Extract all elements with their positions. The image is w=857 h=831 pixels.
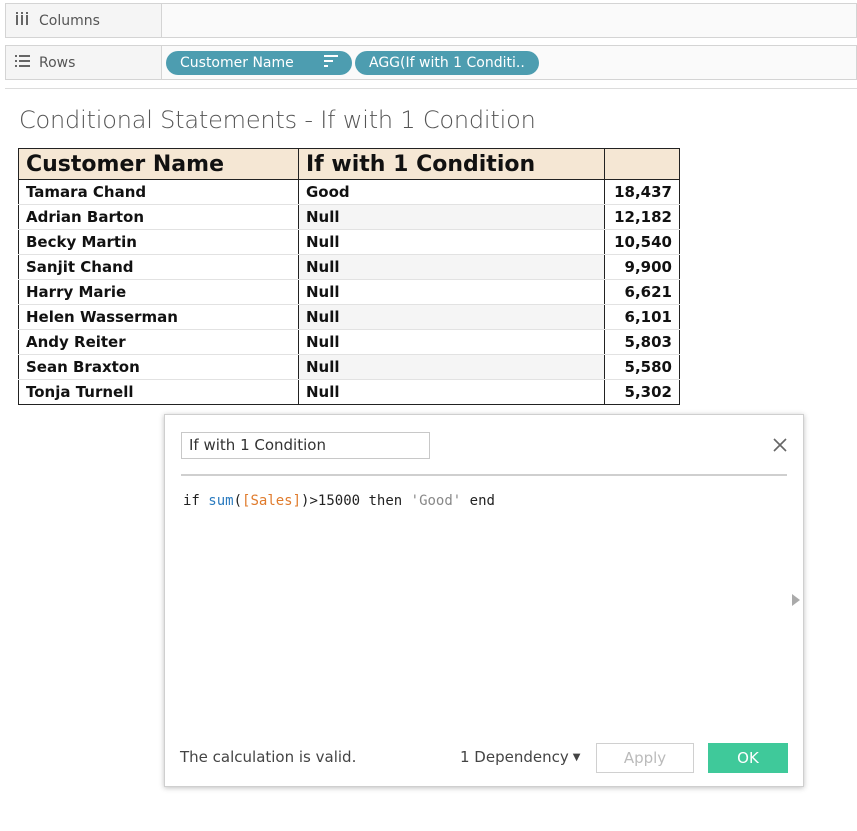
code-keyword-end: end (461, 493, 495, 509)
columns-shelf-label: Columns (6, 4, 162, 37)
customer-name-cell: Andy Reiter (18, 329, 299, 355)
condition-cell: Null (298, 354, 605, 380)
customer-name-cell: Helen Wasserman (18, 304, 299, 330)
value-cell: 12,182 (604, 204, 680, 230)
rows-icon (15, 54, 31, 71)
expand-panel-arrow-icon[interactable] (792, 594, 800, 606)
customer-name-cell: Tonja Turnell (18, 379, 299, 405)
table-row[interactable]: Sean Braxton Null 5,580 (18, 354, 680, 380)
code-keyword-if: if (183, 493, 209, 509)
columns-shelf[interactable]: Columns (5, 3, 857, 38)
condition-cell: Null (298, 229, 605, 255)
header-if-condition[interactable]: If with 1 Condition (298, 148, 605, 180)
value-cell: 9,900 (604, 254, 680, 280)
rows-drop-area[interactable]: Customer Name AGG(If with 1 Conditi.. (162, 46, 856, 79)
calculation-name-input[interactable]: If with 1 Condition (181, 432, 430, 459)
value-cell: 6,101 (604, 304, 680, 330)
code-comparison: )>15000 (301, 493, 369, 509)
ok-button[interactable]: OK (708, 743, 788, 773)
caret-down-icon: ▼ (572, 752, 581, 763)
customer-name-cell: Sanjit Chand (18, 254, 299, 280)
value-cell: 5,302 (604, 379, 680, 405)
header-customer-name[interactable]: Customer Name (18, 148, 299, 180)
code-field-sales: [Sales] (242, 493, 302, 509)
code-keyword-then: then (368, 493, 411, 509)
rows-label: Rows (39, 54, 76, 71)
apply-button[interactable]: Apply (596, 743, 694, 773)
condition-cell: Null (298, 379, 605, 405)
condition-cell: Null (298, 204, 605, 230)
dependency-label: 1 Dependency (460, 748, 569, 766)
formula-editor[interactable]: if sum([Sales])>15000 then 'Good' end (183, 493, 495, 509)
dependency-dropdown[interactable]: 1 Dependency ▼ (460, 748, 580, 766)
code-string-good: 'Good' (410, 493, 462, 509)
columns-drop-area[interactable] (162, 4, 856, 37)
table-row[interactable]: Tamara Chand Good 18,437 (18, 179, 680, 205)
pill-customer-name[interactable]: Customer Name (166, 50, 352, 75)
columns-label: Columns (39, 12, 100, 29)
pill-agg-if-condition[interactable]: AGG(If with 1 Conditi.. (355, 50, 539, 75)
code-function-sum: sum (208, 493, 234, 509)
sort-descending-icon[interactable] (324, 54, 338, 71)
customer-name-cell: Becky Martin (18, 229, 299, 255)
table-row[interactable]: Sanjit Chand Null 9,900 (18, 254, 680, 280)
condition-cell: Null (298, 279, 605, 305)
pill-agg-label: AGG(If with 1 Conditi.. (369, 54, 525, 71)
condition-cell: Null (298, 329, 605, 355)
value-cell: 18,437 (604, 179, 680, 205)
dialog-divider (181, 474, 787, 476)
value-cell: 5,580 (604, 354, 680, 380)
customer-name-cell: Sean Braxton (18, 354, 299, 380)
columns-icon (15, 12, 31, 29)
rows-shelf[interactable]: Rows Customer Name AGG(If with 1 Conditi… (5, 45, 857, 80)
condition-cell: Null (298, 304, 605, 330)
calculation-editor-dialog: If with 1 Condition if sum([Sales])>1500… (164, 414, 804, 787)
table-row[interactable]: Andy Reiter Null 5,803 (18, 329, 680, 355)
customer-name-cell: Tamara Chand (18, 179, 299, 205)
condition-cell: Good (298, 179, 605, 205)
code-paren-open: ( (233, 493, 243, 509)
sheet-title: Conditional Statements - If with 1 Condi… (19, 106, 536, 134)
value-cell: 5,803 (604, 329, 680, 355)
validation-status: The calculation is valid. (180, 748, 357, 766)
pill-customer-name-label: Customer Name (180, 54, 294, 71)
data-table: Customer Name If with 1 Condition Tamara… (18, 148, 680, 405)
close-icon[interactable] (773, 435, 787, 455)
value-cell: 10,540 (604, 229, 680, 255)
table-row[interactable]: Tonja Turnell Null 5,302 (18, 379, 680, 405)
header-value[interactable] (604, 148, 680, 180)
customer-name-cell: Harry Marie (18, 279, 299, 305)
table-row[interactable]: Becky Martin Null 10,540 (18, 229, 680, 255)
condition-cell: Null (298, 254, 605, 280)
rows-shelf-label: Rows (6, 46, 162, 79)
customer-name-cell: Adrian Barton (18, 204, 299, 230)
value-cell: 6,621 (604, 279, 680, 305)
table-row[interactable]: Harry Marie Null 6,621 (18, 279, 680, 305)
table-row[interactable]: Helen Wasserman Null 6,101 (18, 304, 680, 330)
table-row[interactable]: Adrian Barton Null 12,182 (18, 204, 680, 230)
